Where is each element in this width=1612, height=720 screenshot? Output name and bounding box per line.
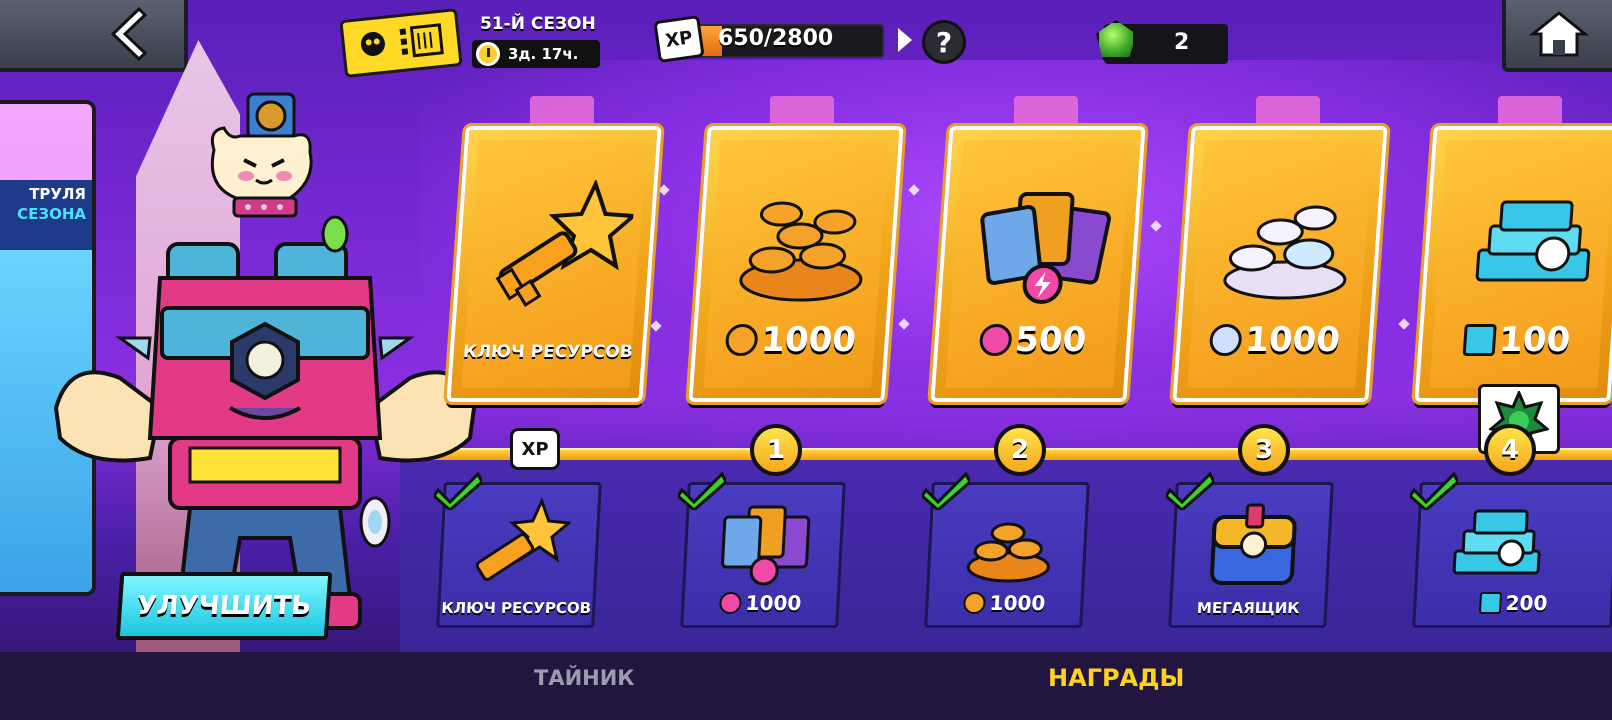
claimed-check-icon [434,471,482,510]
season-name: 51-Й СЕЗОН [480,14,596,34]
season-timer-text: 3д. 17ч. [508,45,579,63]
gem-icon [1096,20,1136,60]
premium-reward-label: КЛЮЧ РЕСУРСОВ [462,342,634,362]
gems-count: 2 [1174,30,1190,55]
back-button[interactable] [0,0,188,72]
tab-stash[interactable]: ТАЙНИК [534,666,634,690]
premium-reward-card[interactable]: КЛЮЧ РЕСУРСОВ [446,126,662,402]
premium-reward-card[interactable]: 500 [930,126,1146,402]
season-info[interactable]: 51-Й СЕЗОН 3д. 17ч. [339,6,602,79]
credit-icon [1208,324,1243,356]
coin-pile-icon [739,201,863,302]
premium-reward-amount: 500 [937,320,1128,360]
free-reward-amount: 200 [1416,591,1611,615]
level-badge: 4 [1484,424,1536,476]
home-icon [1529,11,1589,57]
free-reward-amount-text: 1000 [745,591,802,615]
premium-reward-amount: 100 [1421,320,1612,360]
premium-lock-tab [530,96,594,126]
credit-float-icon [359,496,391,548]
xp-arrow-icon[interactable] [898,28,912,52]
premium-reward-card[interactable]: 100 [1414,126,1612,402]
power-point-icon [719,592,743,614]
power-points-cards-icon [980,192,1112,304]
bling-pile-icon [1475,200,1591,282]
top-bar: 51-Й СЕЗОН 3д. 17ч. XP 650/2800 ? 2 [0,0,1612,79]
level-xp-badge: XP [510,428,560,470]
xp-progress: XP 650/2800 [653,15,884,63]
credits-pile-icon [1223,205,1347,300]
power-point-icon [978,324,1013,356]
claimed-check-icon [922,471,970,510]
star-key-icon [475,497,573,581]
premium-reward-card[interactable]: 1000 [688,126,904,402]
premium-reward-amount: 1000 [1179,320,1370,360]
premium-reward-card[interactable]: 1000 [1172,126,1388,402]
upgrade-button[interactable]: УЛУЧШИТЬ [115,572,333,640]
free-reward-amount-text: 1000 [989,591,1046,615]
gems-counter[interactable]: 2 [1096,20,1228,64]
bling-icon [1462,324,1497,356]
premium-reward-amount-text: 500 [1013,320,1088,360]
claimed-check-icon [1166,471,1214,510]
help-button[interactable]: ? [922,20,966,64]
premium-lock-tab [1256,96,1320,126]
premium-reward-amount-text: 1000 [1243,320,1342,360]
free-reward-label: МЕГАЯЩИК [1196,599,1300,617]
level-badge: 2 [994,424,1046,476]
free-reward-label: КЛЮЧ РЕСУРСОВ [440,599,592,617]
claimed-check-icon [1410,471,1458,510]
tab-rewards[interactable]: НАГРАДЫ [1048,664,1184,692]
power-points-cards-icon [721,505,811,586]
level-badge: 1 [750,424,802,476]
star-key-icon [495,180,636,308]
back-arrow-icon [110,7,147,61]
brawler-character [50,78,480,638]
coin-icon [724,324,759,356]
free-reward-amount: 1000 [928,591,1081,615]
clock-icon [476,42,500,66]
xp-progress-text: 650/2800 [718,26,834,51]
season-timer: 3д. 17ч. [472,40,600,68]
brawl-pass-ticket-icon [339,7,463,79]
premium-reward-amount: 1000 [695,320,886,360]
coin-float-icon [321,215,349,253]
free-reward-amount-text: 200 [1504,591,1548,615]
mega-box-icon [1210,503,1297,585]
xp-icon: XP [653,15,705,63]
free-reward-amount: 1000 [684,591,837,615]
glove-pin-icon [210,92,313,218]
premium-reward-amount-text: 1000 [759,320,858,360]
level-badge: 3 [1238,424,1290,476]
premium-lock-tab [1498,96,1562,126]
bling-icon [1479,592,1503,614]
premium-lock-tab [770,96,834,126]
coin-icon [963,592,987,614]
home-button[interactable] [1502,0,1612,72]
claimed-check-icon [678,471,726,510]
premium-lock-tab [1014,96,1078,126]
coin-pile-icon [966,522,1050,583]
premium-reward-amount-text: 100 [1497,320,1572,360]
bling-pile-icon [1452,509,1541,575]
bottom-nav: ТАЙНИК НАГРАДЫ [0,652,1612,720]
